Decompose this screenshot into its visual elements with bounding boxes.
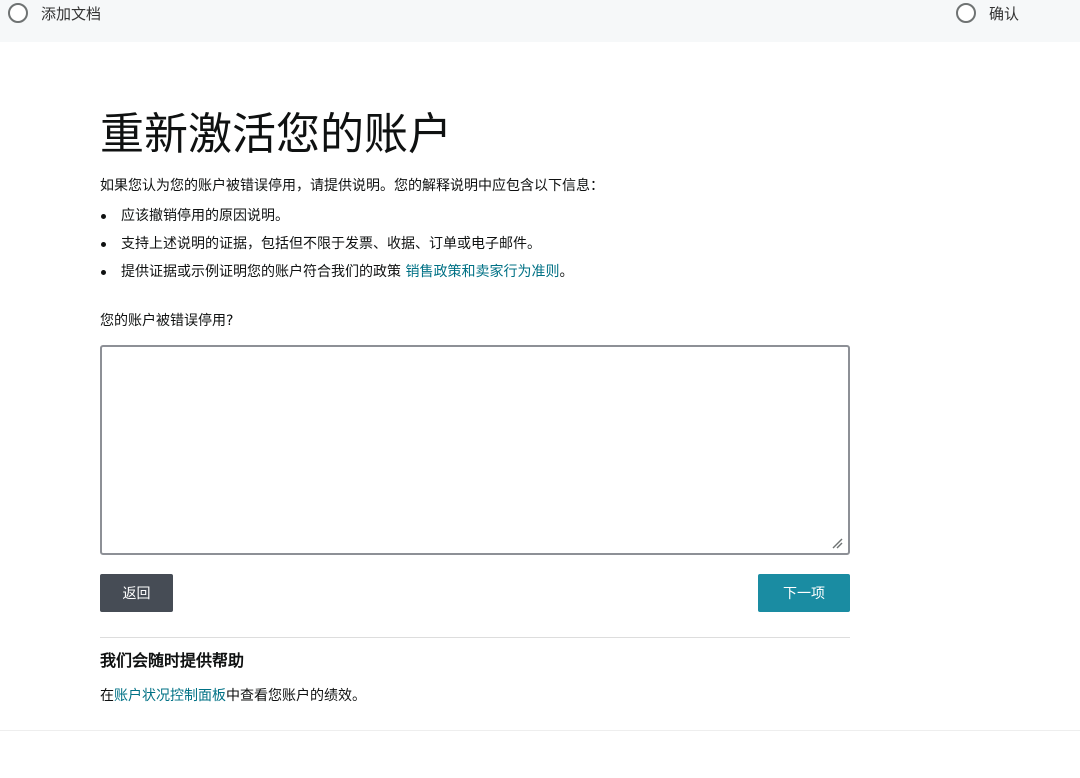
- back-button[interactable]: 返回: [100, 574, 173, 612]
- radio-circle-icon: [956, 3, 976, 23]
- help-text: 在账户状况控制面板中查看您账户的绩效。: [100, 688, 366, 704]
- step-confirm: 确认: [956, 1, 1019, 25]
- intro-text: 如果您认为您的账户被错误停用，请提供说明。您的解释说明中应包含以下信息：: [100, 178, 604, 194]
- requirements-list: 应该撤销停用的原因说明。 支持上述说明的证据，包括但不限于发票、收据、订单或电子…: [100, 202, 573, 286]
- radio-circle-icon: [8, 3, 28, 23]
- account-health-link[interactable]: 账户状况控制面板: [114, 688, 226, 704]
- list-item-suffix: 。: [559, 264, 574, 280]
- list-item: 支持上述说明的证据，包括但不限于发票、收据、订单或电子邮件。: [100, 230, 573, 258]
- resize-grip-icon[interactable]: [831, 537, 843, 549]
- help-title: 我们会随时提供帮助: [100, 651, 245, 670]
- footer-divider: [0, 730, 1080, 731]
- next-button[interactable]: 下一项: [758, 574, 850, 612]
- question-label: 您的账户被错误停用?: [100, 313, 234, 329]
- step-add-documents: 添加文档: [8, 1, 101, 25]
- explanation-textarea[interactable]: [100, 345, 850, 555]
- step-label: 确认: [989, 4, 1020, 23]
- list-item: 提供证据或示例证明您的账户符合我们的政策 销售政策和卖家行为准则。: [100, 258, 573, 286]
- policy-link[interactable]: 销售政策和卖家行为准则: [405, 264, 559, 280]
- progress-stepper: 添加文档 确认: [0, 0, 1080, 42]
- step-label: 添加文档: [41, 4, 102, 23]
- page-title: 重新激活您的账户: [100, 109, 452, 160]
- divider: [100, 637, 850, 638]
- list-item: 应该撤销停用的原因说明。: [100, 202, 573, 230]
- list-item-text: 提供证据或示例证明您的账户符合我们的政策: [121, 264, 406, 280]
